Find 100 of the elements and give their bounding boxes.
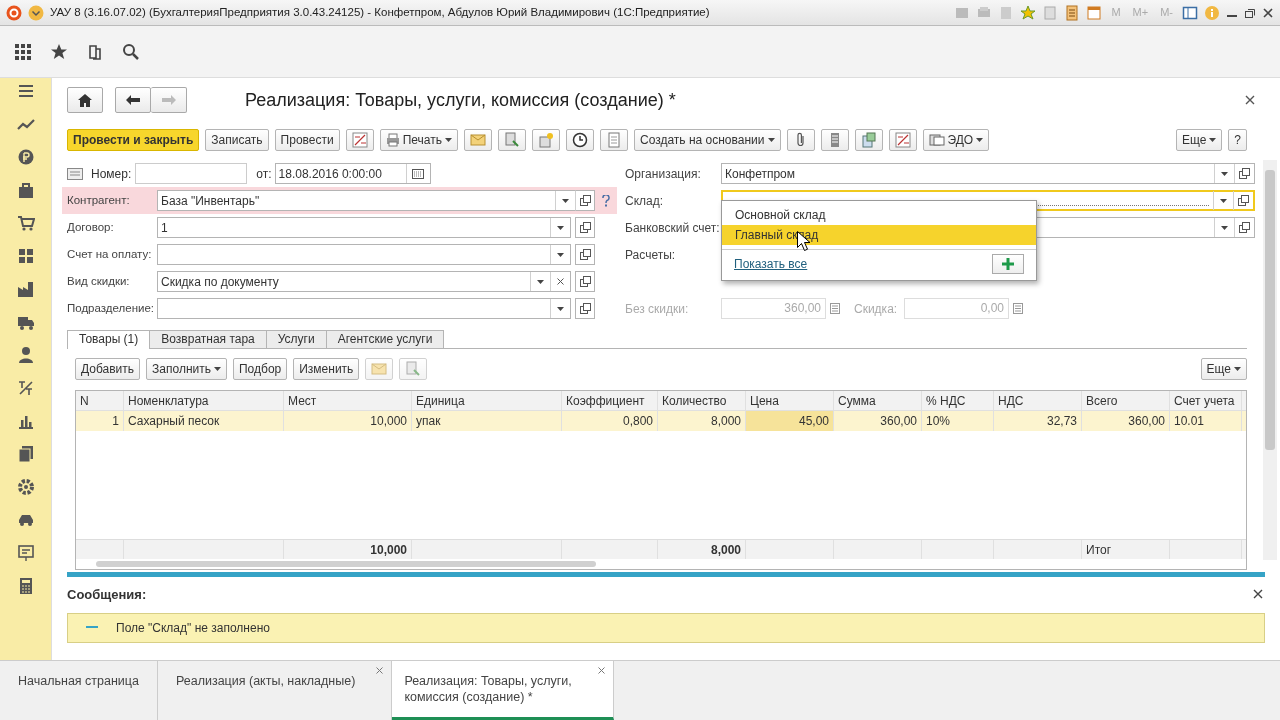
panel-icon[interactable] bbox=[1182, 4, 1198, 21]
column-header[interactable]: Единица bbox=[412, 391, 562, 410]
combo-field[interactable] bbox=[157, 244, 571, 265]
column-header[interactable]: % НДС bbox=[922, 391, 994, 410]
column-header[interactable]: Цена bbox=[746, 391, 834, 410]
menu-icon[interactable] bbox=[28, 4, 44, 21]
column-header[interactable]: N bbox=[76, 391, 124, 410]
open-button[interactable] bbox=[575, 271, 595, 292]
menu-button[interactable]: Еще bbox=[1200, 358, 1247, 380]
warehouse-icon[interactable] bbox=[16, 247, 35, 265]
home-icon bbox=[78, 93, 92, 107]
open-button[interactable] bbox=[575, 217, 595, 238]
column-header[interactable]: Счет учета bbox=[1170, 391, 1242, 410]
button[interactable]: ? bbox=[1228, 129, 1247, 151]
search-icon[interactable] bbox=[122, 42, 140, 61]
caret-icon bbox=[1221, 171, 1228, 176]
help-icon[interactable] bbox=[602, 194, 610, 207]
presentation-icon[interactable] bbox=[16, 544, 35, 562]
window-tab[interactable]: Начальная страница bbox=[0, 661, 158, 720]
open-button[interactable] bbox=[575, 298, 595, 319]
column-header[interactable]: Мест bbox=[284, 391, 412, 410]
close-icon[interactable] bbox=[1262, 6, 1274, 19]
tab[interactable]: Товары (1) bbox=[67, 330, 151, 349]
table-cell: 10,000 bbox=[284, 411, 412, 431]
cart-icon[interactable] bbox=[16, 214, 35, 232]
tab[interactable]: Агентские услуги bbox=[325, 330, 445, 348]
combo-field[interactable] bbox=[157, 298, 571, 319]
apps-icon[interactable] bbox=[14, 42, 32, 61]
add-button[interactable] bbox=[992, 254, 1024, 274]
column-header[interactable]: Количество bbox=[658, 391, 746, 410]
calendar-icon[interactable] bbox=[1086, 4, 1103, 21]
star-icon[interactable] bbox=[50, 42, 68, 61]
documents-icon[interactable] bbox=[16, 445, 35, 463]
combo-field[interactable]: 1 bbox=[157, 217, 571, 238]
combo-field[interactable]: Конфетпром bbox=[721, 163, 1255, 184]
field-label: от: bbox=[256, 165, 272, 183]
back-button[interactable] bbox=[115, 87, 151, 113]
close-icon[interactable] bbox=[1245, 95, 1255, 105]
person-icon[interactable] bbox=[16, 346, 35, 364]
column-header[interactable]: Коэффициент bbox=[562, 391, 658, 410]
coin-icon[interactable] bbox=[16, 148, 35, 166]
document-icon bbox=[538, 132, 554, 148]
open-button[interactable] bbox=[575, 244, 595, 265]
caret-icon bbox=[767, 138, 775, 142]
combo-field[interactable]: База "Инвентарь" bbox=[157, 190, 575, 211]
combo-field[interactable]: Скидка по документу bbox=[157, 271, 571, 292]
scroll-thumb[interactable] bbox=[1265, 170, 1275, 450]
menu-button[interactable]: Заполнить bbox=[146, 358, 227, 380]
menu-icon[interactable] bbox=[16, 82, 35, 100]
menu-button[interactable]: Еще bbox=[1175, 129, 1223, 151]
calculator-icon bbox=[1013, 303, 1023, 314]
button[interactable]: Добавить bbox=[75, 358, 141, 380]
caret-icon bbox=[1221, 225, 1228, 230]
home-button[interactable] bbox=[67, 87, 103, 113]
close-icon[interactable] bbox=[598, 667, 606, 674]
scroll-track[interactable] bbox=[1263, 160, 1277, 560]
tab[interactable]: Услуги bbox=[265, 330, 327, 348]
document-icon bbox=[504, 132, 520, 148]
button[interactable]: Провести bbox=[274, 129, 340, 151]
button[interactable]: Провести и закрыть bbox=[67, 129, 200, 151]
bag-icon[interactable] bbox=[16, 181, 35, 199]
scroll-thumb[interactable] bbox=[96, 561, 596, 567]
caret-icon bbox=[537, 279, 544, 284]
document-icon bbox=[405, 361, 422, 377]
toolbar-button[interactable] bbox=[566, 129, 594, 151]
star-icon[interactable] bbox=[1020, 4, 1037, 21]
button[interactable]: Изменить bbox=[293, 358, 360, 380]
button[interactable]: Подбор bbox=[232, 358, 288, 380]
calculator-icon[interactable] bbox=[1064, 4, 1081, 21]
total-cell: Итог bbox=[1082, 540, 1170, 559]
show-all-link[interactable]: Показать все bbox=[734, 255, 808, 273]
message-text: Поле "Склад" не заполнено bbox=[116, 619, 270, 637]
button[interactable]: Записать bbox=[205, 129, 269, 151]
date-field[interactable]: 18.08.2016 0:00:00 bbox=[274, 163, 431, 184]
menu-button[interactable]: Печать bbox=[379, 129, 458, 151]
caret-icon bbox=[557, 225, 564, 230]
logo-icon bbox=[6, 4, 22, 21]
menu-button[interactable]: Создать на основании bbox=[634, 129, 781, 151]
field-label: Вид скидки: bbox=[67, 273, 131, 289]
close-icon[interactable] bbox=[1253, 589, 1263, 599]
column-header[interactable]: НДС bbox=[994, 391, 1082, 410]
tab[interactable]: Возвратная тара bbox=[149, 330, 267, 348]
window-title: УАУ 8 (3.16.07.02) (БухгалтерияПредприятия 3.0.43.24125) - Конфетпром, Абдулов Юрий Владимирович (1С:Предприятие) bbox=[50, 4, 711, 20]
number-field[interactable] bbox=[135, 163, 248, 184]
gear-icon[interactable] bbox=[16, 478, 35, 496]
menu-button[interactable]: ЭДО bbox=[922, 129, 990, 151]
printer-icon bbox=[385, 133, 400, 147]
factory-icon[interactable] bbox=[16, 280, 35, 298]
history-icon[interactable] bbox=[86, 42, 104, 61]
column-header[interactable]: Номенклатура bbox=[124, 391, 284, 410]
open-button[interactable] bbox=[575, 190, 595, 211]
column-header[interactable]: Сумма bbox=[834, 391, 922, 410]
column-header[interactable]: Всего bbox=[1082, 391, 1170, 410]
window-tab[interactable]: Реализация: Товары, услуги, комиссия (создание) * bbox=[392, 661, 615, 720]
ledger-icon[interactable] bbox=[16, 379, 35, 397]
message-bar[interactable]: Поле "Склад" не заполнено bbox=[67, 612, 1265, 643]
table-cell: 10.01 bbox=[1170, 411, 1242, 431]
restore-icon[interactable] bbox=[1244, 6, 1256, 19]
dropdown-item[interactable]: Основной склад bbox=[722, 205, 1036, 225]
toolbar-button[interactable] bbox=[786, 129, 815, 151]
